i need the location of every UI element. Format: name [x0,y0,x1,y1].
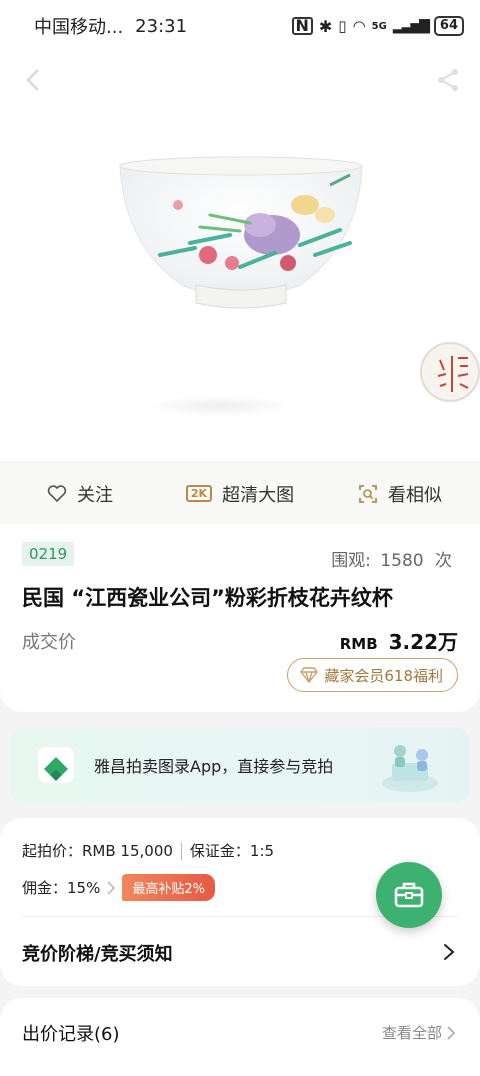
image-action-bar: 关注 2K 超清大图 看相似 [0,462,480,524]
nfc-icon: N [291,17,313,35]
carrier-name: 中国移动... [34,17,124,38]
chevron-right-icon [447,1025,456,1040]
heart-icon [47,484,67,502]
wifi-icon: ◠ [352,17,366,35]
subsidy-badge: 最高补贴2% [122,874,215,901]
views-unit: 次 [435,551,452,571]
bid-records-title: 出价记录(6) [22,1024,120,1045]
battery-icon: 64 [433,16,464,36]
image-search-icon [359,484,377,503]
briefcase-fab-button[interactable] [376,862,442,928]
hammer-price: RMB 3.22万 [340,626,458,655]
vibrate-icon: ▯ [338,17,347,35]
clock: 23:31 [135,15,188,37]
view-all-label: 查看全部 [381,1024,442,1042]
commission: 佣金：15% [22,879,101,897]
chevron-right-icon[interactable] [442,942,456,962]
share-icon[interactable] [434,66,462,94]
lot-number-badge: 0219 [22,542,75,566]
bluetooth-icon: ✱ [318,16,333,36]
seal-icon [437,356,469,392]
artron-app-logo [38,747,74,783]
lot-title: 民国 “江西瓷业公司”粉彩折枝花卉纹杯 [22,586,393,610]
find-similar-label: 看相似 [388,484,442,506]
back-icon[interactable] [20,66,48,94]
follow-label: 关注 [77,484,113,506]
deposit-ratio: 保证金：1:5 [189,842,275,860]
price-terms-row: 起拍价：RMB 15,000 保证金：1:5 [22,840,274,861]
image-shadow [150,395,290,417]
commission-row[interactable]: 佣金：15% 最高补贴2% [22,874,215,901]
bid-rules-link[interactable]: 竞价阶梯/竞买须知 [22,940,173,966]
hammer-price-label: 成交价 [22,632,76,653]
hd-2k-icon: 2K [185,485,213,502]
signal-icon: ▂▃▅▇ [392,18,430,34]
porcelain-cup-image [119,156,363,309]
app-promo-banner[interactable]: 雅昌拍卖图录App，直接参与竞拍 [10,727,470,803]
find-similar-button[interactable]: 看相似 [320,481,480,507]
follow-button[interactable]: 关注 [0,481,160,507]
view-count: 围观: 1580 次 [331,546,452,571]
hd-image-label: 超清大图 [222,484,295,506]
base-mark-thumbnail[interactable] [420,342,480,402]
app-promo-text: 雅昌拍卖图录App，直接参与竞拍 [94,757,334,776]
views-count: 1580 [380,551,424,571]
bidding-illustration-icon [382,745,438,792]
vip-benefit-label: 藏家会员618福利 [324,666,443,685]
start-price: 起拍价：RMB 15,000 [22,842,173,860]
network-type: 5G [371,20,387,32]
chevron-right-icon [107,880,116,895]
briefcase-icon [394,882,424,908]
price-value: 3.22万 [388,630,458,654]
price-currency: RMB [339,635,378,653]
views-label: 围观: [331,551,371,571]
hd-image-button[interactable]: 2K 超清大图 [160,481,320,507]
status-bar: 中国移动... 23:31 N ✱ ▯ ◠ 5G ▂▃▅▇ 64 [0,0,480,52]
status-icons: N ✱ ▯ ◠ 5G ▂▃▅▇ 64 [291,16,464,36]
vip-benefit-button[interactable]: 藏家会员618福利 [287,658,458,692]
view-all-link[interactable]: 查看全部 [382,1022,456,1043]
lot-info-card: 0219 围观: 1580 次 民国 “江西瓷业公司”粉彩折枝花卉纹杯 成交价 … [0,524,480,712]
product-image-area[interactable]: 中国移动... 23:31 N ✱ ▯ ◠ 5G ▂▃▅▇ 64 [0,0,480,470]
bid-records-card: 出价记录(6) 查看全部 [0,998,480,1076]
divider [180,841,182,860]
diamond-icon [300,667,319,683]
